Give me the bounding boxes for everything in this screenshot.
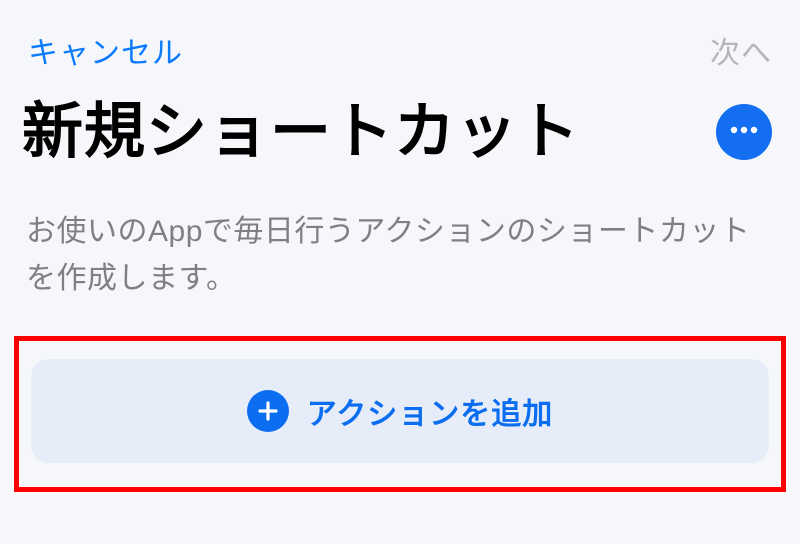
page-title: 新規ショートカット (22, 98, 580, 165)
ellipsis-icon (727, 113, 761, 150)
add-action-label: アクションを追加 (307, 389, 554, 433)
navigation-bar: キャンセル 次へ (0, 0, 800, 88)
cancel-button[interactable]: キャンセル (28, 28, 183, 72)
title-row: 新規ショートカット (0, 88, 800, 165)
description-text: お使いのAppで毎日行うアクションのショートカットを作成します。 (0, 165, 800, 302)
more-options-button[interactable] (716, 104, 772, 160)
highlight-frame: アクションを追加 (14, 336, 786, 492)
next-button[interactable]: 次へ (710, 28, 772, 72)
add-action-button[interactable]: アクションを追加 (31, 359, 769, 463)
plus-icon (247, 390, 289, 432)
